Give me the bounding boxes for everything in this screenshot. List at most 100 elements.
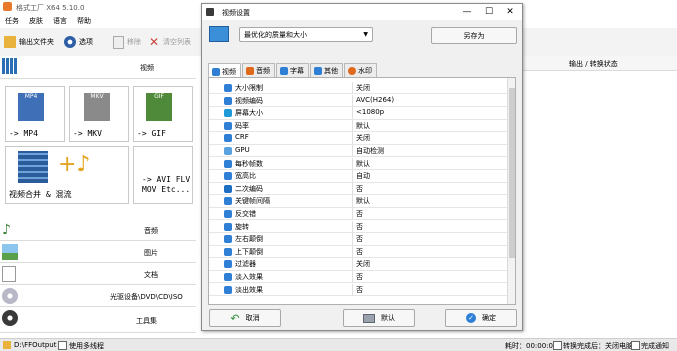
category-tools[interactable]: 工具集 [0,308,196,333]
setting-value[interactable]: 否 [356,184,363,194]
minimize-icon[interactable]: — [462,7,472,17]
settings-row[interactable]: 二次编码 否 [209,182,515,196]
category-document[interactable]: 文档 [0,264,196,285]
column-divider [352,233,353,246]
menu-help[interactable]: 帮助 [72,14,96,28]
settings-row[interactable]: 大小限制 关闭 [209,82,515,95]
tab-other[interactable]: 其他 [310,63,343,77]
tab-watermark[interactable]: 水印 [344,63,377,77]
settings-row[interactable]: 反交错 否 [209,208,515,221]
setting-icon [224,147,232,155]
status-bar: D:\FFOutput 使用多线程 耗时：00:00:00 转换完成后：关闭电脑… [0,338,677,351]
preset-dropdown[interactable]: 最优化的质量和大小 ▼ [239,27,373,42]
setting-value[interactable]: 关闭 [356,133,370,143]
tile-merge[interactable]: +♪ 视频合并 & 混流 [5,146,129,204]
setting-value[interactable]: 关闭 [356,259,370,269]
settings-row[interactable]: GPU 自动检测 [209,145,515,158]
setting-value[interactable]: 否 [356,285,363,295]
scrollbar-thumb[interactable] [509,88,515,258]
settings-row[interactable]: 过滤器 关闭 [209,258,515,271]
settings-row[interactable]: 旋转 否 [209,220,515,233]
after-convert-checkbox[interactable] [553,341,562,350]
cancel-button[interactable]: ↶ 取消 [209,309,281,327]
setting-icon [224,273,232,281]
settings-row[interactable]: 码率 默认 [209,119,515,133]
mkv-badge: MKV [90,93,104,100]
settings-row[interactable]: CRF 关闭 [209,132,515,145]
column-divider [352,258,353,271]
tab-video[interactable]: 视频 [208,63,241,78]
category-image[interactable]: 图片 [0,242,196,263]
options-button[interactable]: 选项 [64,34,93,50]
column-divider [352,283,353,296]
category-video-label: 视频 [140,64,154,72]
setting-name: 反交错 [235,210,256,218]
category-disc[interactable]: 光驱设备\DVD\CD\ISO [0,286,196,307]
default-button[interactable]: 默认 [343,309,415,327]
output-folder-label: 输出文件夹 [19,38,54,46]
close-icon[interactable]: ✕ [505,7,515,17]
settings-row[interactable]: 视频编码 AVC(H264) [209,94,515,107]
ok-button[interactable]: ✓ 确定 [445,309,517,327]
menu-language[interactable]: 语言 [48,14,72,28]
task-header-label: 输出 / 转换状态 [569,60,618,68]
tile-mp4[interactable]: MP4 -> MP4 [5,86,65,142]
output-folder-button[interactable]: 输出文件夹 [4,34,54,50]
setting-value[interactable]: 自动检测 [356,146,384,156]
setting-value[interactable]: 默认 [356,196,370,206]
notify-checkbox[interactable] [631,341,640,350]
settings-row[interactable]: 宽高比 自动 [209,170,515,183]
remove-button[interactable]: 移除 [113,34,141,50]
settings-row[interactable]: 屏幕大小 <1080p [209,107,515,120]
tile-gif[interactable]: GIF -> GIF [133,86,193,142]
grid-scrollbar[interactable] [507,78,515,304]
setting-value[interactable]: 默认 [356,159,370,169]
watermark-tab-icon [348,67,356,75]
setting-value[interactable]: AVC(H264) [356,96,394,104]
setting-icon [224,134,232,143]
setting-value[interactable]: 否 [356,247,363,257]
setting-value[interactable]: 否 [356,209,363,219]
setting-icon [224,210,232,218]
settings-row[interactable]: 淡出效果 否 [209,283,515,296]
category-audio[interactable]: ♪ 音频 [0,220,196,241]
settings-row[interactable]: 每秒帧数 默认 [209,157,515,170]
audio-tab-icon [246,67,254,75]
settings-row[interactable]: 上下颠倒 否 [209,245,515,259]
settings-row[interactable]: 淡入效果 否 [209,271,515,284]
picture-icon [2,244,18,260]
tab-audio[interactable]: 音频 [242,63,275,77]
setting-value[interactable]: 否 [356,234,363,244]
setting-name: 过滤器 [235,260,256,269]
document-icon [2,266,16,282]
setting-value[interactable]: 关闭 [356,83,370,93]
printer-icon [363,313,375,323]
tab-subtitle-label: 字幕 [290,67,304,75]
tile-gif-label: -> GIF [137,129,166,138]
setting-value[interactable]: 自动 [356,171,370,181]
setting-icon [224,285,232,294]
multithread-checkbox[interactable] [58,341,67,350]
clear-list-button[interactable]: ✕ 清空列表 [148,34,191,50]
setting-value[interactable]: 默认 [356,121,370,131]
setting-value[interactable]: 否 [356,222,363,232]
setting-value[interactable]: <1080p [356,108,384,116]
video-tab-icon [212,67,220,76]
disc-icon [2,288,18,304]
setting-name: 宽高比 [235,172,256,181]
setting-icon [224,222,232,231]
music-note-icon: ♪ [2,222,11,238]
settings-row[interactable]: 关键帧间隔 默认 [209,195,515,208]
settings-row[interactable]: 左右颠倒 否 [209,233,515,246]
menu-task[interactable]: 任务 [0,14,24,28]
menu-skin[interactable]: 皮肤 [24,14,48,28]
tile-avi-flv[interactable]: -> AVI FLV MOV Etc... [133,146,193,204]
tools-icon [2,310,18,326]
back-arrow-icon: ↶ [230,311,240,325]
setting-value[interactable]: 否 [356,272,363,282]
tile-mkv[interactable]: MKV -> MKV [69,86,129,142]
maximize-icon[interactable]: ☐ [484,7,494,17]
category-video[interactable]: 视频 [0,56,196,79]
save-as-button[interactable]: 另存为 [431,27,517,44]
tab-subtitle[interactable]: 字幕 [276,63,309,77]
